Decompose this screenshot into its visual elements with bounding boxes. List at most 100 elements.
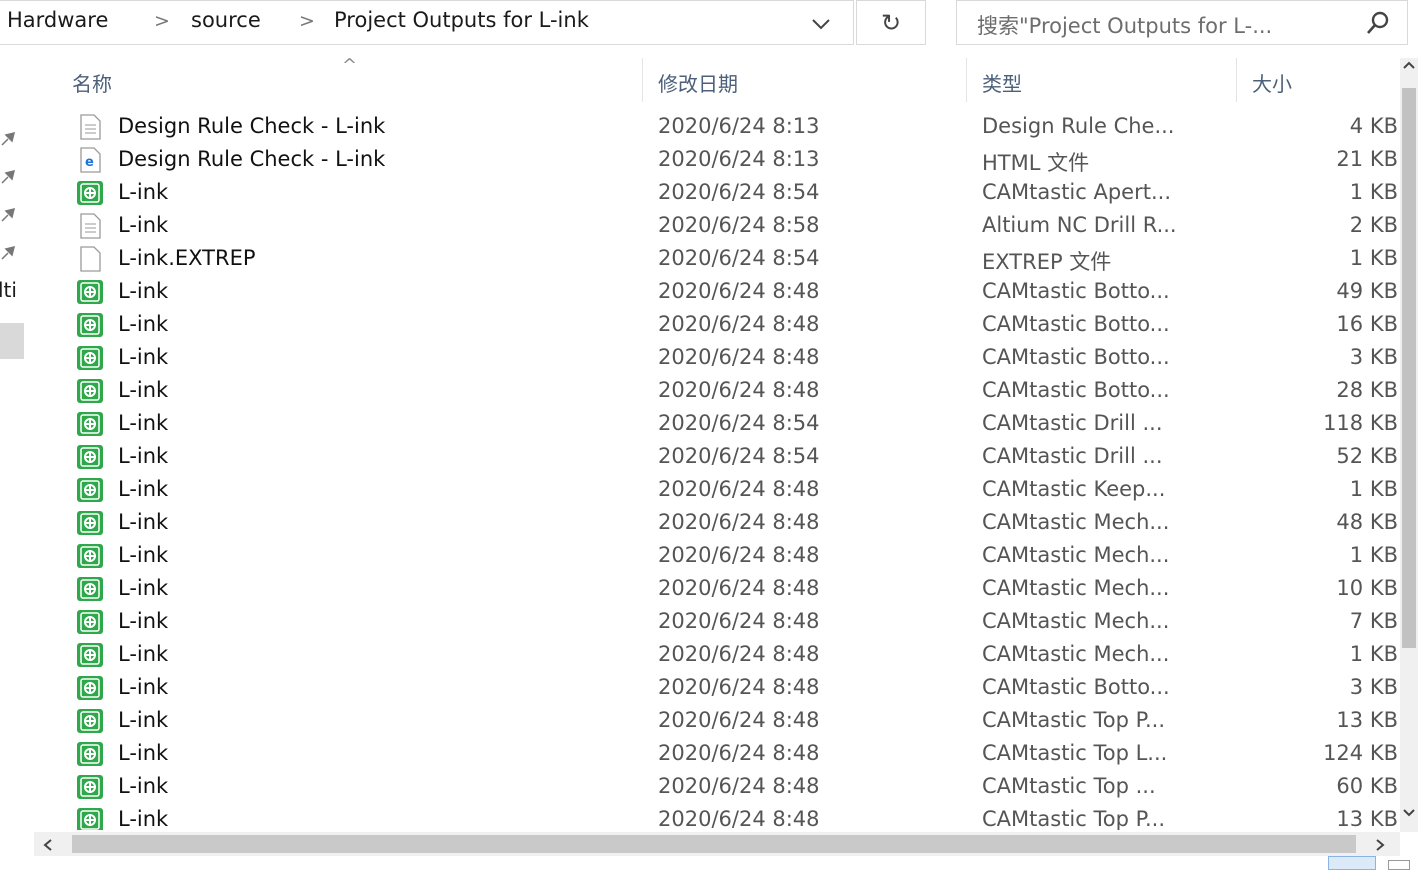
file-name: L-ink: [118, 411, 169, 435]
breadcrumb-separator[interactable]: >: [299, 10, 315, 32]
file-row[interactable]: L-ink 2020/6/24 8:48 CAMtastic Top ... 60 K…: [30, 770, 1398, 803]
file-date-modified: 2020/6/24 8:48: [658, 279, 820, 303]
file-type: Altium NC Drill R...: [982, 213, 1177, 237]
horizontal-scroll-thumb[interactable]: [72, 835, 1356, 853]
file-row[interactable]: L-ink 2020/6/24 8:48 CAMtastic Botto... 49 …: [30, 275, 1398, 308]
file-name: Design Rule Check - L-ink: [118, 114, 386, 138]
file-date-modified: 2020/6/24 8:13: [658, 147, 820, 171]
file-date-modified: 2020/6/24 8:48: [658, 675, 820, 699]
file-row[interactable]: Design Rule Check - L-ink 2020/6/24 8:13 D…: [30, 110, 1398, 143]
file-date-modified: 2020/6/24 8:48: [658, 609, 820, 633]
file-date-modified: 2020/6/24 8:58: [658, 213, 820, 237]
file-row[interactable]: L-ink 2020/6/24 8:48 CAMtastic Top L... 124…: [30, 737, 1398, 770]
file-row[interactable]: L-ink 2020/6/24 8:48 CAMtastic Top P... 13 …: [30, 803, 1398, 830]
file-size: 1 KB: [1349, 543, 1398, 567]
file-row[interactable]: L-ink 2020/6/24 8:48 CAMtastic Mech... 7 KB: [30, 605, 1398, 638]
file-type: CAMtastic Drill ...: [982, 411, 1163, 435]
column-header-size[interactable]: 大小: [1252, 68, 1292, 97]
file-row[interactable]: L-ink.EXTREP 2020/6/24 8:54 EXTREP 文件 1 KB: [30, 242, 1398, 275]
search-input[interactable]: 搜索"Project Outputs for L-...: [977, 10, 1272, 40]
column-header-type[interactable]: 类型: [982, 68, 1022, 97]
file-date-modified: 2020/6/24 8:48: [658, 708, 820, 732]
large-icons-view-button[interactable]: [1388, 860, 1410, 870]
file-type: CAMtastic Keep...: [982, 477, 1166, 501]
file-row[interactable]: L-ink 2020/6/24 8:48 CAMtastic Botto... 28 …: [30, 374, 1398, 407]
file-name: L-ink: [118, 279, 169, 303]
file-row[interactable]: L-ink 2020/6/24 8:48 CAMtastic Mech... 1 KB: [30, 638, 1398, 671]
nav-item-selected[interactable]: [0, 323, 24, 359]
file-name: L-ink: [118, 180, 169, 204]
file-date-modified: 2020/6/24 8:48: [658, 807, 820, 830]
file-name: L-ink: [118, 345, 169, 369]
vertical-scrollbar[interactable]: [1400, 58, 1418, 832]
file-date-modified: 2020/6/24 8:48: [658, 642, 820, 666]
file-row[interactable]: L-ink 2020/6/24 8:54 CAMtastic Drill ... 11…: [30, 407, 1398, 440]
nav-item-label[interactable]: lti: [0, 278, 17, 302]
column-divider[interactable]: [642, 58, 643, 102]
camtastic-file-icon: [76, 543, 104, 569]
scroll-down-arrow-icon[interactable]: [1402, 808, 1416, 818]
column-header-date[interactable]: 修改日期: [658, 68, 738, 97]
file-name: L-ink: [118, 510, 169, 534]
file-size: 1 KB: [1349, 642, 1398, 666]
column-divider[interactable]: [1236, 58, 1237, 102]
breadcrumb-current-folder[interactable]: Project Outputs for L-ink: [334, 8, 589, 32]
file-row[interactable]: L-ink 2020/6/24 8:48 CAMtastic Botto... 3 K…: [30, 341, 1398, 374]
file-type: CAMtastic Top L...: [982, 741, 1168, 765]
search-icon[interactable]: [1365, 10, 1391, 36]
file-size: 28 KB: [1336, 378, 1398, 402]
scroll-up-arrow-icon[interactable]: [1402, 60, 1416, 70]
sort-ascending-icon: ^: [342, 55, 358, 76]
file-type: CAMtastic Mech...: [982, 576, 1170, 600]
address-bar[interactable]: Hardware > source > Project Outputs for …: [0, 0, 854, 45]
file-row[interactable]: L-ink 2020/6/24 8:58 Altium NC Drill R... 2…: [30, 209, 1398, 242]
camtastic-file-icon: [76, 708, 104, 734]
details-view-button[interactable]: [1328, 856, 1376, 870]
column-divider[interactable]: [966, 58, 967, 102]
camtastic-file-icon: [76, 807, 104, 830]
file-row[interactable]: L-ink 2020/6/24 8:48 CAMtastic Botto... 16 …: [30, 308, 1398, 341]
file-row[interactable]: L-ink 2020/6/24 8:54 CAMtastic Drill ... 52…: [30, 440, 1398, 473]
pin-icon[interactable]: [0, 169, 18, 185]
pin-icon[interactable]: [0, 207, 18, 223]
file-name: L-ink: [118, 741, 169, 765]
file-date-modified: 2020/6/24 8:54: [658, 246, 820, 270]
file-size: 10 KB: [1336, 576, 1398, 600]
pin-icon[interactable]: [0, 245, 18, 261]
file-size: 52 KB: [1336, 444, 1398, 468]
file-name: L-ink: [118, 642, 169, 666]
file-size: 60 KB: [1336, 774, 1398, 798]
navigation-pane: lti: [0, 47, 30, 870]
file-size: 16 KB: [1336, 312, 1398, 336]
file-row[interactable]: L-ink 2020/6/24 8:54 CAMtastic Apert... 1 K…: [30, 176, 1398, 209]
file-size: 1 KB: [1349, 477, 1398, 501]
chevron-down-icon: [812, 19, 830, 30]
file-row[interactable]: e Design Rule Check - L-ink 2020/6/24 8:13…: [30, 143, 1398, 176]
column-header-name[interactable]: 名称: [72, 68, 112, 97]
file-row[interactable]: L-ink 2020/6/24 8:48 CAMtastic Mech... 1 KB: [30, 539, 1398, 572]
camtastic-file-icon: [76, 411, 104, 437]
file-name: L-ink.EXTREP: [118, 246, 256, 270]
pin-icon[interactable]: [0, 131, 18, 147]
breadcrumb-hardware[interactable]: Hardware: [7, 8, 108, 32]
breadcrumb-source[interactable]: source: [191, 8, 261, 32]
vertical-scroll-thumb[interactable]: [1402, 88, 1416, 648]
refresh-button[interactable]: ↻: [856, 0, 926, 45]
search-box[interactable]: 搜索"Project Outputs for L-...: [956, 0, 1408, 45]
file-date-modified: 2020/6/24 8:48: [658, 741, 820, 765]
file-type: CAMtastic Top P...: [982, 708, 1166, 732]
file-type: EXTREP 文件: [982, 250, 1112, 274]
scroll-left-arrow-icon[interactable]: [42, 838, 54, 852]
file-name: L-ink: [118, 675, 169, 699]
file-row[interactable]: L-ink 2020/6/24 8:48 CAMtastic Top P... 13 …: [30, 704, 1398, 737]
address-history-dropdown[interactable]: [803, 7, 839, 39]
breadcrumb-separator[interactable]: >: [154, 10, 170, 32]
camtastic-file-icon: [76, 312, 104, 338]
file-row[interactable]: L-ink 2020/6/24 8:48 CAMtastic Mech... 10 K…: [30, 572, 1398, 605]
scroll-right-arrow-icon[interactable]: [1374, 838, 1386, 852]
horizontal-scrollbar[interactable]: [34, 832, 1400, 856]
file-size: 4 KB: [1349, 114, 1398, 138]
file-row[interactable]: L-ink 2020/6/24 8:48 CAMtastic Keep... 1 KB: [30, 473, 1398, 506]
file-row[interactable]: L-ink 2020/6/24 8:48 CAMtastic Mech... 48 K…: [30, 506, 1398, 539]
file-row[interactable]: L-ink 2020/6/24 8:48 CAMtastic Botto... 3 K…: [30, 671, 1398, 704]
